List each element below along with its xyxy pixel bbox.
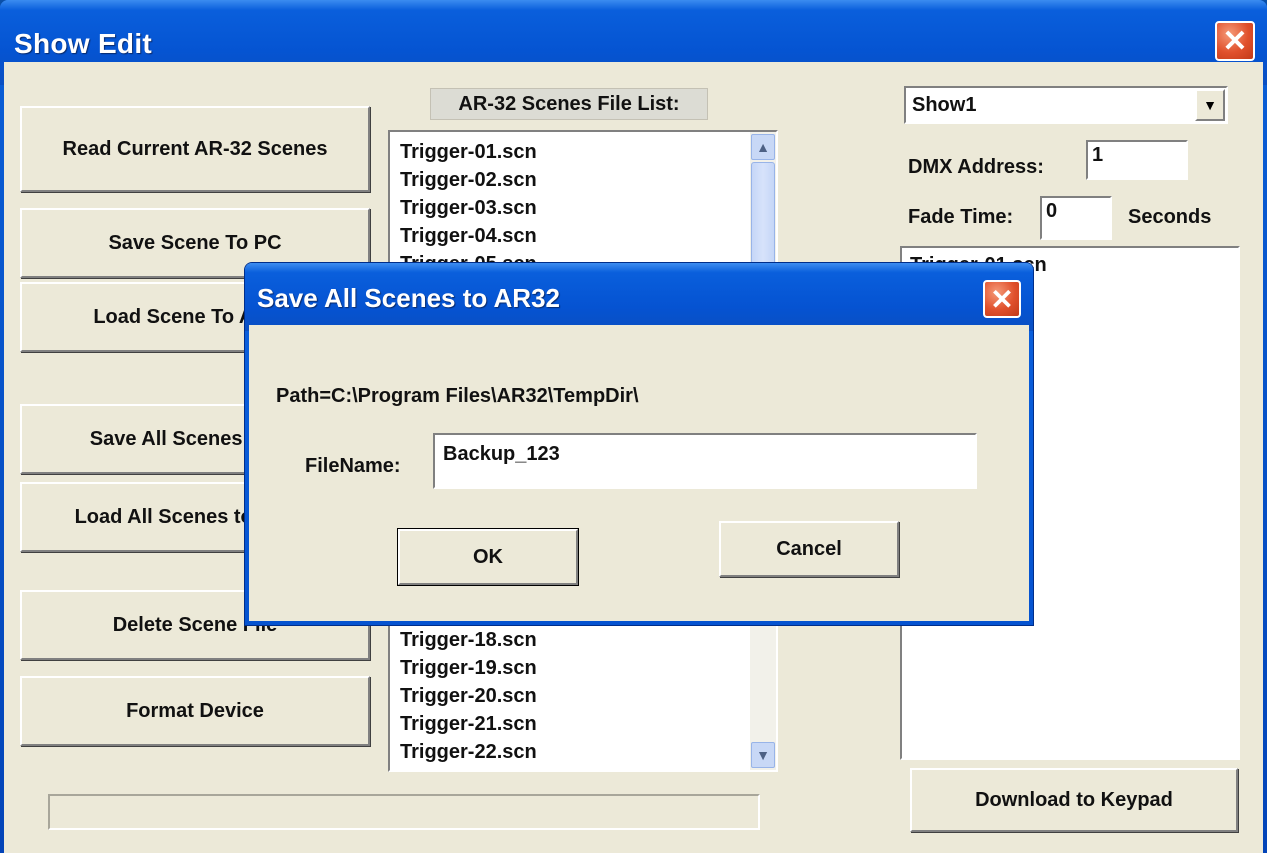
scroll-up-icon[interactable]: ▲ [751, 134, 775, 160]
progress-bar [48, 794, 760, 830]
filename-label: FileName: [305, 455, 401, 477]
list-item[interactable]: Trigger-01.scn [400, 138, 746, 166]
list-item[interactable]: Trigger-21.scn [400, 710, 537, 738]
list-item[interactable]: Trigger-20.scn [400, 682, 537, 710]
format-device-button[interactable]: Format Device [20, 676, 370, 746]
close-icon[interactable]: ✕ [1215, 21, 1255, 61]
list-item[interactable]: Trigger-02.scn [400, 166, 746, 194]
list-item[interactable]: Trigger-03.scn [400, 194, 746, 222]
scene-list-items-bottom: Trigger-18.scn Trigger-19.scn Trigger-20… [400, 626, 537, 766]
dialog-client: Path=C:\Program Files\AR32\TempDir\ File… [249, 325, 1029, 621]
fade-time-unit: Seconds [1128, 206, 1212, 228]
close-icon[interactable]: ✕ [983, 280, 1021, 318]
dialog-title: Save All Scenes to AR32 [257, 283, 560, 313]
download-to-keypad-button[interactable]: Download to Keypad [910, 768, 1238, 832]
path-label: Path=C:\Program Files\AR32\TempDir\ [276, 385, 639, 407]
save-all-scenes-dialog: Save All Scenes to AR32 ✕ Path=C:\Progra… [245, 263, 1033, 625]
show-select-dropdown[interactable]: Show1 ▼ [904, 86, 1228, 124]
fade-time-label: Fade Time: [908, 206, 1014, 228]
filename-input[interactable]: Backup_123 [433, 433, 977, 489]
window-title: Show Edit [14, 28, 153, 59]
fade-time-input[interactable]: 0 [1040, 196, 1112, 240]
list-item[interactable]: Trigger-18.scn [400, 626, 537, 654]
dmx-address-input[interactable]: 1 [1086, 140, 1188, 180]
read-current-scenes-button[interactable]: Read Current AR-32 Scenes [20, 106, 370, 192]
filename-value: Backup_123 [443, 443, 560, 465]
list-item[interactable]: Trigger-22.scn [400, 738, 537, 766]
list-item[interactable]: Trigger-04.scn [400, 222, 746, 250]
dmx-address-label: DMX Address: [908, 156, 1044, 178]
scene-list-items-top: Trigger-01.scn Trigger-02.scn Trigger-03… [400, 138, 746, 278]
scroll-down-icon[interactable]: ▼ [751, 742, 775, 768]
show-select-value: Show1 [912, 94, 977, 116]
ok-button[interactable]: OK [397, 528, 579, 586]
scene-list-header: AR-32 Scenes File List: [430, 88, 708, 120]
dialog-title-bar[interactable]: Save All Scenes to AR32 ✕ [245, 263, 1033, 331]
chevron-down-icon[interactable]: ▼ [1195, 89, 1225, 121]
cancel-button[interactable]: Cancel [719, 521, 899, 577]
list-item[interactable]: Trigger-19.scn [400, 654, 537, 682]
